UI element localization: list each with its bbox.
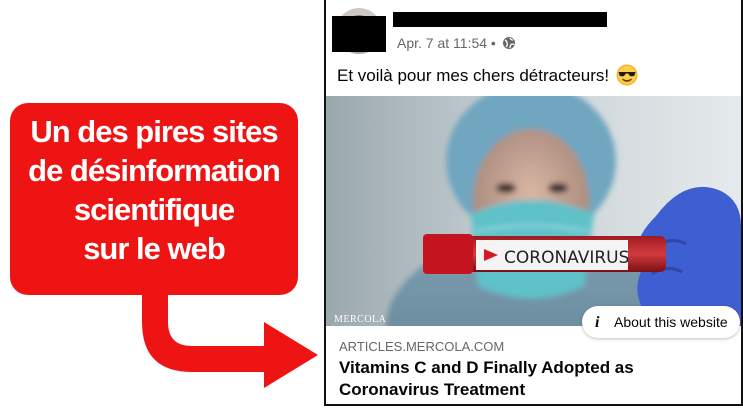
- redacted-author-name[interactable]: [393, 12, 607, 27]
- post-message: Et voilà pour mes chers détracteurs!: [337, 66, 610, 85]
- info-icon: i: [595, 314, 600, 331]
- redacted-avatar: [332, 16, 386, 52]
- post-meta: Apr. 7 at 11:54 •: [397, 35, 516, 51]
- facebook-post-card: Apr. 7 at 11:54 • Et voilà pour mes cher…: [324, 0, 743, 406]
- about-label: About this website: [614, 314, 728, 330]
- globe-icon[interactable]: [502, 36, 516, 50]
- post-timestamp[interactable]: Apr. 7 at 11:54: [397, 35, 487, 51]
- callout-arrow-icon: [142, 293, 318, 388]
- about-this-website-button[interactable]: i About this website: [582, 306, 740, 338]
- image-credit: MERCOLA: [334, 314, 387, 325]
- link-title[interactable]: Vitamins C and D Finally Adopted as Coro…: [339, 357, 729, 401]
- link-preview-image[interactable]: CORONAVIRUS: [326, 96, 741, 326]
- link-domain[interactable]: ARTICLES.MERCOLA.COM: [339, 339, 504, 354]
- sunglasses-emoji-icon: [616, 64, 638, 86]
- tube-label: CORONAVIRUS: [504, 248, 629, 268]
- meta-separator: •: [490, 35, 496, 51]
- post-text: Et voilà pour mes chers détracteurs!: [337, 64, 638, 86]
